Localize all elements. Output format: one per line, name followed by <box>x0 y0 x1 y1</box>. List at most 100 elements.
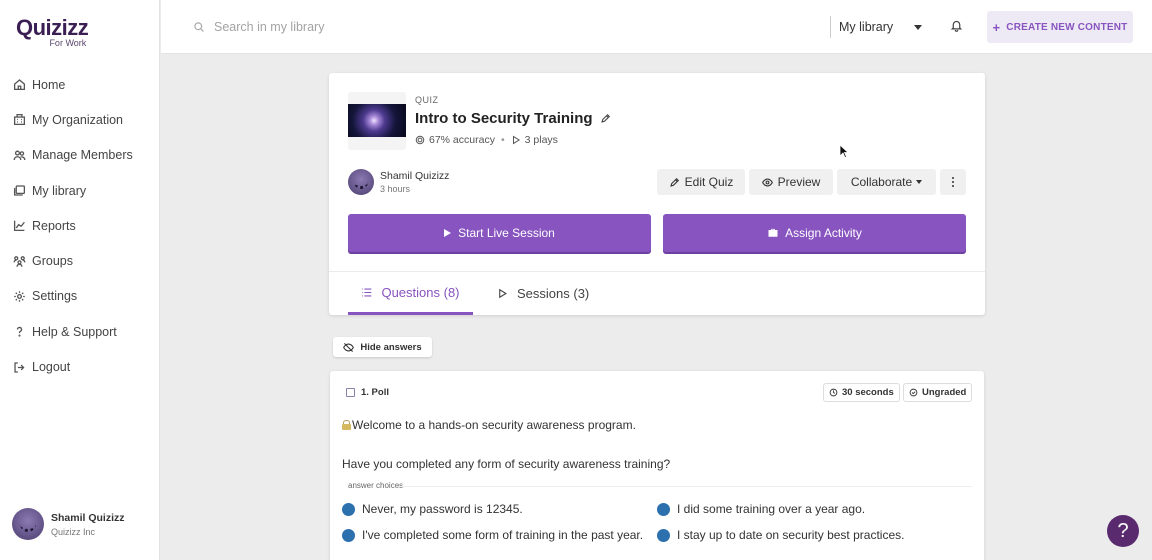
library-select[interactable]: My library <box>830 16 930 38</box>
gear-icon <box>12 289 26 303</box>
assign-activity-button[interactable]: Assign Activity <box>663 214 966 252</box>
sidebar: Quizizz For Work Home My Organization Ma… <box>0 0 160 560</box>
edit-quiz-label: Edit Quiz <box>684 175 734 189</box>
sidebar-item-reports[interactable]: Reports <box>0 208 160 243</box>
answer-choice: I stay up to date on security best pract… <box>657 528 904 542</box>
sidebar-item-logout[interactable]: Logout <box>0 349 160 384</box>
question-icon <box>12 325 26 339</box>
quiz-title: Intro to Security Training <box>415 110 611 127</box>
start-live-session-button[interactable]: Start Live Session <box>348 214 651 252</box>
choice-bullet-icon <box>657 528 670 542</box>
sidebar-item-settings[interactable]: Settings <box>0 279 160 314</box>
help-button[interactable]: ? <box>1107 515 1139 547</box>
sidebar-item-label: Manage Members <box>32 148 133 163</box>
hide-answers-button[interactable]: Hide answers <box>333 337 432 357</box>
users-icon <box>12 148 26 162</box>
answer-choice-text: I did some training over a year ago. <box>677 502 866 516</box>
chart-icon <box>12 219 26 233</box>
quiz-stats: 67% accuracy • 3 plays <box>415 134 558 146</box>
sidebar-item-label: Groups <box>32 254 73 269</box>
avatar <box>12 508 44 540</box>
lock-icon <box>342 420 351 430</box>
answer-choice-text: Never, my password is 12345. <box>362 502 523 516</box>
kebab-icon <box>952 177 954 187</box>
quizizz-logo[interactable]: Quizizz For Work <box>16 15 89 49</box>
choice-bullet-icon <box>342 528 355 542</box>
answer-choice-text: I stay up to date on security best pract… <box>677 528 905 542</box>
question-card: 1. Poll 30 seconds Ungraded Welcome to a… <box>330 371 984 560</box>
sidebar-item-label: Home <box>32 77 66 92</box>
clock-icon <box>829 388 838 397</box>
create-new-content-button[interactable]: + CREATE NEW CONTENT <box>987 11 1133 43</box>
sidebar-user[interactable]: Shamil Quizizz Quizizz Inc <box>12 508 125 540</box>
tab-questions[interactable]: Questions (8) <box>348 272 473 315</box>
pencil-icon <box>669 177 679 187</box>
briefcase-icon <box>768 228 778 237</box>
play-icon <box>444 229 452 237</box>
answer-choice: Never, my password is 12345. <box>342 502 523 516</box>
tab-sessions[interactable]: Sessions (3) <box>497 272 589 315</box>
mouse-cursor-icon <box>839 144 849 158</box>
quiz-card: QUIZ Intro to Security Training 67% accu… <box>329 73 985 315</box>
question-text: Have you completed any form of security … <box>342 457 671 471</box>
plus-icon: + <box>992 19 1001 35</box>
edit-quiz-button[interactable]: Edit Quiz <box>657 169 745 195</box>
sidebar-item-help-support[interactable]: Help & Support <box>0 314 160 349</box>
caret-down-icon <box>914 24 922 30</box>
grade-badge: Ungraded <box>903 383 973 402</box>
notification-button[interactable] <box>950 19 966 35</box>
tab-questions-label: Questions (8) <box>381 284 460 300</box>
sidebar-item-label: Help & Support <box>32 324 117 339</box>
search-bar <box>181 12 821 42</box>
pencil-icon[interactable] <box>600 113 611 124</box>
divider <box>400 486 972 487</box>
question-header: 1. Poll <box>346 387 389 398</box>
play-outline-icon <box>512 135 520 145</box>
preview-label: Preview <box>777 175 821 189</box>
sidebar-item-home[interactable]: Home <box>0 67 160 102</box>
start-live-session-label: Start Live Session <box>458 226 555 240</box>
author-name: Shamil Quizizz <box>380 170 450 182</box>
sidebar-item-label: My Organization <box>32 112 124 127</box>
avatar <box>348 169 374 195</box>
building-icon <box>12 113 26 127</box>
list-icon <box>362 288 372 296</box>
target-icon <box>415 135 425 145</box>
check-circle-icon <box>909 388 918 397</box>
more-options-button[interactable] <box>940 169 966 195</box>
sidebar-item-my-organization[interactable]: My Organization <box>0 102 160 137</box>
eye-off-icon <box>343 342 355 352</box>
bell-icon <box>950 20 963 32</box>
grade-badge-label: Ungraded <box>922 387 967 398</box>
sidebar-user-org: Quizizz Inc <box>51 526 96 537</box>
question-text-intro-content: Welcome to a hands-on security awareness… <box>352 418 636 432</box>
choice-bullet-icon <box>657 502 670 516</box>
poll-icon <box>346 388 355 397</box>
search-input[interactable] <box>214 20 774 34</box>
separator-dot: • <box>500 134 505 146</box>
logo-text: Quizizz <box>16 15 89 40</box>
sidebar-item-my-library[interactable]: My library <box>0 173 160 208</box>
quiz-plays: 3 plays <box>524 134 558 146</box>
assign-activity-label: Assign Activity <box>785 226 862 240</box>
preview-button[interactable]: Preview <box>749 169 833 195</box>
answer-choice: I've completed some form of training in … <box>342 528 643 542</box>
play-outline-icon <box>499 288 507 299</box>
create-new-content-label: CREATE NEW CONTENT <box>1006 21 1128 33</box>
collaborate-label: Collaborate <box>850 175 913 189</box>
collaborate-button[interactable]: Collaborate <box>837 169 936 195</box>
tab-sessions-label: Sessions (3) <box>517 286 590 301</box>
answer-choice-text: I've completed some form of training in … <box>362 528 644 542</box>
answer-choice: I did some training over a year ago. <box>657 502 865 516</box>
caret-down-icon <box>916 180 923 184</box>
question-number-type: 1. Poll <box>361 387 389 398</box>
quiz-author: Shamil Quizizz 3 hours <box>348 169 449 195</box>
groups-icon <box>12 254 26 268</box>
library-select-value: My library <box>839 20 894 34</box>
top-bar: My library + CREATE NEW CONTENT <box>161 0 1152 54</box>
sidebar-item-manage-members[interactable]: Manage Members <box>0 138 160 173</box>
logout-icon <box>12 360 26 374</box>
search-icon <box>194 22 204 32</box>
author-time: 3 hours <box>380 184 411 194</box>
sidebar-item-groups[interactable]: Groups <box>0 243 160 278</box>
